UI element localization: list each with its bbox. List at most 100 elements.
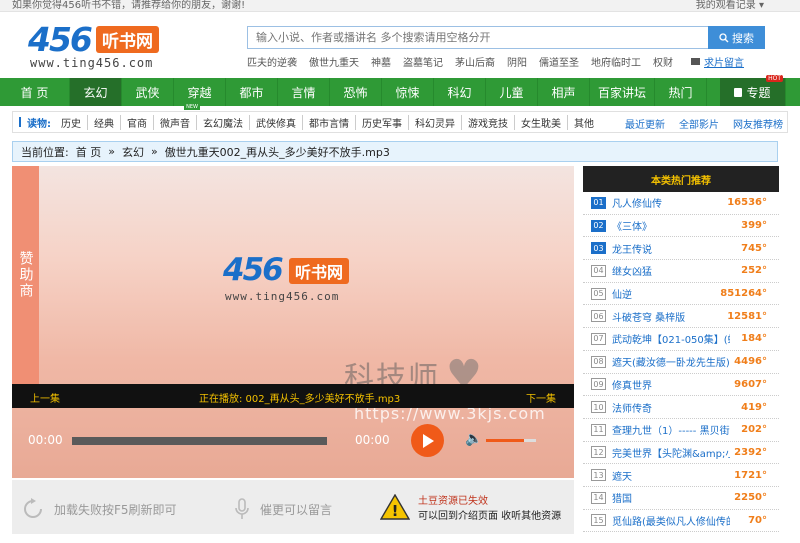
recommend-title[interactable]: 猎国 — [612, 490, 730, 505]
top-bar: 如果你觉得456听书不错，请推荐给你的朋友，谢谢! 我的观看记录 ▾ — [0, 0, 800, 12]
user-recommend-link[interactable]: 网友推荐榜 — [733, 116, 783, 131]
recommend-item[interactable]: 14 猎国 2250° — [583, 487, 779, 510]
all-titles-link[interactable]: 全部影片 — [679, 116, 719, 131]
recommend-item[interactable]: 08 遮天(藏汝德一卧龙先生版) 4496° — [583, 351, 779, 374]
subnav-item[interactable]: 官商 — [121, 114, 154, 130]
welcome-text: 如果你觉得456听书不错，请推荐给你的朋友，谢谢! — [12, 0, 246, 11]
subnav-item[interactable]: 武侠修真 — [250, 114, 303, 130]
nav-item-time-travel[interactable]: 穿越 — [174, 78, 226, 106]
recommend-item[interactable]: 09 修真世界 9607° — [583, 374, 779, 397]
nav-item-crosstalk[interactable]: 相声 — [538, 78, 590, 106]
request-link[interactable]: 求片留言 — [691, 54, 744, 69]
recommend-title[interactable]: 觅仙路(最类似凡人修仙传的书) — [612, 513, 730, 528]
play-count: 419° — [741, 401, 767, 413]
hotword-link[interactable]: 阴阳 — [507, 54, 527, 69]
hotword-link[interactable]: 地府临时工 — [591, 54, 641, 69]
resource-invalid-notice: ! 土豆资源已失效 可以回到介绍页面 收听其他资源 — [380, 492, 561, 522]
subnav-item[interactable]: 科幻灵异 — [409, 114, 462, 130]
subnav-item[interactable]: 女生耽美 — [515, 114, 568, 130]
nav-item-home[interactable]: 首 页 — [0, 78, 70, 106]
recommend-item[interactable]: 04 继女凶猛 252° — [583, 260, 779, 283]
search-button[interactable]: 搜索 — [708, 26, 765, 49]
recommend-item[interactable]: 15 觅仙路(最类似凡人修仙传的书) 70° — [583, 510, 779, 533]
nav-item-wuxia[interactable]: 武侠 — [122, 78, 174, 106]
nav-item-urban[interactable]: 都市 — [226, 78, 278, 106]
breadcrumb-sep: » — [108, 145, 115, 158]
nav-item-children[interactable]: 儿童 — [486, 78, 538, 106]
nav-item-special[interactable]: 专题 HOT — [720, 75, 786, 106]
subnav-item-micro[interactable]: 微声音 NEW — [154, 103, 200, 130]
recommend-title[interactable]: 法师传奇 — [612, 400, 730, 415]
recommend-title[interactable]: 武动乾坤【021-050集】(蜡笔 — [612, 331, 730, 346]
player-logo-name: 听书网 — [289, 258, 350, 284]
recommend-title[interactable]: 继女凶猛 — [612, 263, 730, 278]
hotword-link[interactable]: 神墓 — [371, 54, 391, 69]
recommend-item[interactable]: 11 查理九世（1）----- 黑贝街的 202° — [583, 419, 779, 442]
play-button[interactable] — [411, 424, 444, 457]
subnav-item[interactable]: 经典 — [88, 114, 121, 130]
recommend-title[interactable]: 仙逆 — [612, 286, 730, 301]
nav-item-popular[interactable]: 热门 — [655, 78, 707, 106]
hotword-link[interactable]: 匹夫的逆袭 — [247, 54, 297, 69]
nav-item-lecture[interactable]: 百家讲坛 — [590, 78, 655, 106]
recommend-item[interactable]: 02 《三体》 399° — [583, 215, 779, 238]
hotword-link[interactable]: 权财 — [653, 54, 673, 69]
main-nav: 首 页 玄幻 武侠 穿越 都市 言情 恐怖 惊悚 科幻 儿童 相声 百家讲坛 热… — [0, 75, 800, 106]
recommend-item[interactable]: 05 仙逆 851264° — [583, 283, 779, 306]
subnav-item[interactable]: 历史军事 — [356, 114, 409, 130]
watch-history-link[interactable]: 我的观看记录 ▾ — [696, 0, 764, 11]
recommend-title[interactable]: 龙王传说 — [612, 241, 730, 256]
nav-item-scifi[interactable]: 科幻 — [434, 78, 486, 106]
recommend-item[interactable]: 07 武动乾坤【021-050集】(蜡笔 184° — [583, 328, 779, 351]
search-input[interactable] — [247, 26, 709, 49]
recommend-title[interactable]: 斗破苍穹 桑梓版 — [612, 309, 730, 324]
reload-tip-text: 加载失败按F5刷新即可 — [54, 502, 177, 517]
recommend-item[interactable]: 12 完美世界【头陀渊&amp;小 2392° — [583, 442, 779, 465]
recommend-title[interactable]: 《三体》 — [612, 218, 730, 233]
play-count: 9607° — [734, 378, 767, 390]
breadcrumb-home[interactable]: 首 页 — [76, 144, 102, 160]
recommend-item[interactable]: 10 法师传奇 419° — [583, 396, 779, 419]
nav-item-horror[interactable]: 恐怖 — [330, 78, 382, 106]
progress-bar[interactable] — [72, 437, 327, 445]
hotword-link[interactable]: 傲世九重天 — [309, 54, 359, 69]
recommend-title[interactable]: 完美世界【头陀渊&amp;小 — [612, 445, 730, 460]
hotword-link[interactable]: 儒道至圣 — [539, 54, 579, 69]
subnav-item[interactable]: 游戏竞技 — [462, 114, 515, 130]
recommend-item[interactable]: 13 遮天 1721° — [583, 464, 779, 487]
recommend-item[interactable]: 03 龙王传说 745° — [583, 237, 779, 261]
notice-line-1: 土豆资源已失效 — [418, 496, 488, 507]
subnav-item[interactable]: 玄幻魔法 — [197, 114, 250, 130]
play-count: 252° — [741, 265, 767, 277]
svg-text:!: ! — [392, 502, 399, 520]
recommend-title[interactable]: 遮天 — [612, 468, 730, 483]
recommend-title[interactable]: 遮天(藏汝德一卧龙先生版) — [612, 354, 730, 369]
prev-episode-button[interactable]: 上一集 — [30, 390, 60, 405]
site-logo[interactable]: 456 听书网 www.ting456.com — [28, 20, 168, 70]
breadcrumb-category[interactable]: 玄幻 — [122, 144, 144, 160]
nav-item-romance[interactable]: 言情 — [278, 78, 330, 106]
recommend-item[interactable]: 01 凡人修仙传 16536° — [583, 192, 779, 215]
subnav-item[interactable]: 历史 — [55, 114, 88, 130]
microphone-icon — [235, 498, 249, 519]
recommend-title[interactable]: 修真世界 — [612, 377, 730, 392]
nav-item-fantasy[interactable]: 玄幻 — [70, 78, 122, 106]
subnav-item[interactable]: 其他 — [568, 115, 600, 130]
recent-updates-link[interactable]: 最近更新 — [625, 116, 665, 131]
recommend-title[interactable]: 凡人修仙传 — [612, 195, 730, 210]
sub-nav: 读物: 历史 经典 官商 微声音 NEW 玄幻魔法 武侠修真 都市言情 历史军事 … — [12, 103, 788, 133]
recommend-item[interactable]: 06 斗破苍穹 桑梓版 12581° — [583, 305, 779, 329]
rank-badge: 06 — [591, 310, 606, 323]
recommend-title[interactable]: 查理九世（1）----- 黑贝街的 — [612, 422, 730, 437]
sponsor-tab[interactable]: 赞助商 — [12, 166, 39, 384]
notice-line-2[interactable]: 可以回到介绍页面 收听其他资源 — [418, 507, 561, 522]
comment-tip[interactable]: 催更可以留言 — [234, 498, 332, 520]
volume-icon[interactable]: 🔈 — [465, 431, 482, 447]
nav-item-thriller[interactable]: 惊悚 — [382, 78, 434, 106]
hotword-link[interactable]: 茅山后裔 — [455, 54, 495, 69]
next-episode-button[interactable]: 下一集 — [526, 390, 556, 405]
hotword-link[interactable]: 盗墓笔记 — [403, 54, 443, 69]
play-count: 184° — [741, 333, 767, 345]
subnav-item[interactable]: 都市言情 — [303, 114, 356, 130]
